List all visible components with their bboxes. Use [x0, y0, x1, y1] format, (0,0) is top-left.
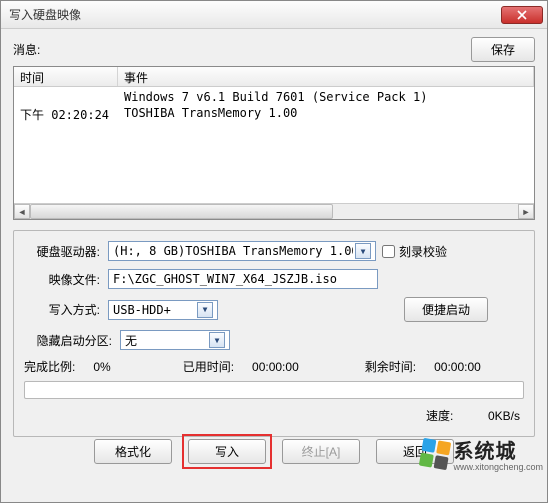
log-body: Windows 7 v6.1 Build 7601 (Service Pack …: [14, 87, 534, 205]
hidden-value: 无: [125, 332, 207, 349]
drive-label: 硬盘驱动器:: [24, 243, 102, 260]
speed-label: 速度:: [426, 409, 453, 423]
save-button[interactable]: 保存: [471, 37, 535, 62]
progress-bar: [24, 381, 524, 399]
remain-label: 剩余时间:: [365, 358, 416, 375]
remain-value: 00:00:00: [434, 360, 481, 374]
verify-checkbox[interactable]: 刻录校验: [382, 243, 447, 260]
close-button[interactable]: [501, 6, 543, 24]
hidden-combo[interactable]: 无 ▼: [120, 330, 230, 350]
write-mode-combo[interactable]: USB-HDD+ ▼: [108, 300, 218, 320]
dialog-window: 写入硬盘映像 消息: 保存 时间 事件 Windows 7 v6.1 Build…: [0, 0, 548, 503]
speed-value: 0KB/s: [488, 409, 520, 423]
back-button[interactable]: 返回: [376, 439, 454, 464]
scroll-right-icon[interactable]: ►: [518, 204, 534, 219]
mode-value: USB-HDD+: [113, 303, 195, 317]
hidden-label: 隐藏启动分区:: [24, 332, 114, 349]
done-value: 0%: [93, 360, 110, 374]
client-area: 消息: 保存 时间 事件 Windows 7 v6.1 Build 7601 (…: [1, 29, 547, 476]
done-label: 完成比例:: [24, 358, 75, 375]
list-row[interactable]: Windows 7 v6.1 Build 7601 (Service Pack …: [14, 89, 534, 105]
mode-label: 写入方式:: [24, 301, 102, 318]
chevron-down-icon[interactable]: ▼: [355, 243, 371, 259]
image-path-input[interactable]: [108, 269, 378, 289]
chevron-down-icon[interactable]: ▼: [209, 332, 225, 348]
chevron-down-icon[interactable]: ▼: [197, 302, 213, 318]
form-panel: 硬盘驱动器: (H:, 8 GB)TOSHIBA TransMemory 1.0…: [13, 230, 535, 437]
speed-row: 速度: 0KB/s: [24, 405, 524, 430]
drive-combo[interactable]: (H:, 8 GB)TOSHIBA TransMemory 1.00 ▼: [108, 241, 376, 261]
scroll-left-icon[interactable]: ◄: [14, 204, 30, 219]
verify-checkbox-input[interactable]: [382, 245, 395, 258]
log-header: 时间 事件: [14, 67, 534, 87]
used-value: 00:00:00: [252, 360, 299, 374]
scroll-thumb[interactable]: [30, 204, 333, 219]
abort-button[interactable]: 终止[A]: [282, 439, 360, 464]
image-label: 映像文件:: [24, 271, 102, 288]
h-scrollbar[interactable]: ◄ ►: [14, 203, 534, 219]
used-label: 已用时间:: [183, 358, 234, 375]
bottom-buttons: 格式化 写入 终止[A] 返回: [13, 437, 535, 468]
status-row: 完成比例: 0% 已用时间: 00:00:00 剩余时间: 00:00:00: [24, 358, 524, 375]
quickboot-button[interactable]: 便捷启动: [404, 297, 488, 322]
col-event[interactable]: 事件: [118, 67, 534, 86]
messages-label: 消息:: [13, 41, 40, 58]
cell-time: 下午 02:20:24: [14, 105, 118, 124]
cell-time: [14, 89, 118, 105]
close-icon: [517, 10, 527, 20]
cell-event: Windows 7 v6.1 Build 7601 (Service Pack …: [118, 89, 534, 105]
list-row[interactable]: 下午 02:20:24 TOSHIBA TransMemory 1.00: [14, 105, 534, 124]
cell-event: TOSHIBA TransMemory 1.00: [118, 105, 534, 124]
log-list[interactable]: 时间 事件 Windows 7 v6.1 Build 7601 (Service…: [13, 66, 535, 220]
messages-row: 消息: 保存: [13, 37, 535, 62]
write-button[interactable]: 写入: [188, 439, 266, 464]
titlebar: 写入硬盘映像: [1, 1, 547, 29]
scroll-track[interactable]: [30, 204, 518, 219]
drive-value: (H:, 8 GB)TOSHIBA TransMemory 1.00: [113, 244, 353, 258]
verify-label: 刻录校验: [399, 243, 447, 260]
window-title: 写入硬盘映像: [9, 6, 501, 23]
col-time[interactable]: 时间: [14, 67, 118, 86]
format-button[interactable]: 格式化: [94, 439, 172, 464]
